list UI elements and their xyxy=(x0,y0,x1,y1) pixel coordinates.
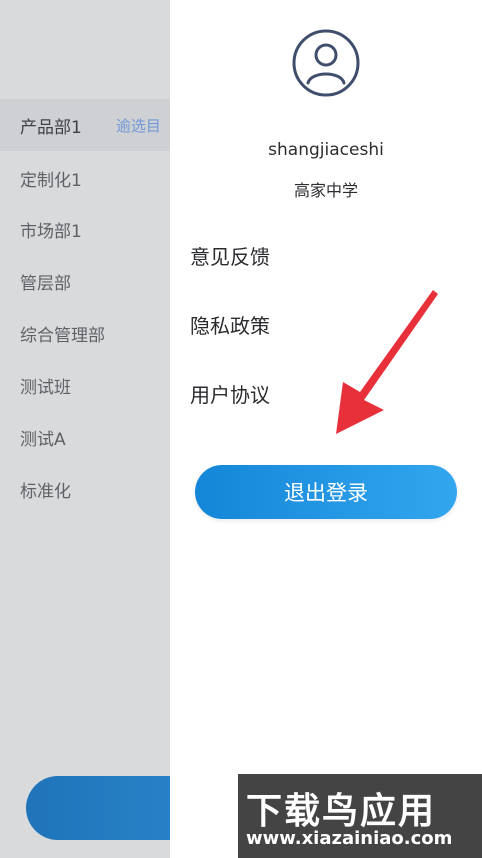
left-item-test-a[interactable]: 测试A xyxy=(0,411,170,463)
menu-user-agreement[interactable]: 用户协议 xyxy=(190,379,270,408)
left-item-label: 市场部1 xyxy=(20,221,82,242)
watermark-url: www.xiazainiao.com xyxy=(246,828,453,849)
left-item-label: 测试班 xyxy=(20,377,71,398)
logout-button[interactable]: 退出登录 xyxy=(195,465,457,519)
avatar-icon xyxy=(291,28,361,98)
username: shangjiaceshi xyxy=(268,140,384,160)
left-item-custom[interactable]: 定制化1 xyxy=(0,152,170,204)
left-bottom-button[interactable] xyxy=(26,776,170,840)
left-item-general-management[interactable]: 综合管理部 xyxy=(0,307,170,359)
left-item-standardization[interactable]: 标准化 xyxy=(0,463,170,515)
left-item-label: 测试A xyxy=(20,429,66,450)
left-item-label: 产品部1 xyxy=(20,117,82,138)
menu-feedback[interactable]: 意见反馈 xyxy=(190,241,270,270)
left-item-label: 管层部 xyxy=(20,273,71,294)
left-item-management[interactable]: 管层部 xyxy=(0,255,170,307)
left-item-market[interactable]: 市场部1 xyxy=(0,203,170,255)
left-item-label: 标准化 xyxy=(20,481,71,502)
left-item-product[interactable]: 产品部1 逾选目 xyxy=(0,99,170,151)
watermark-main: 下载鸟应用 xyxy=(246,791,437,832)
school-name: 高家中学 xyxy=(293,181,358,200)
left-item-test-class[interactable]: 测试班 xyxy=(0,359,170,411)
menu-privacy-policy[interactable]: 隐私政策 xyxy=(190,310,270,339)
red-arrow-icon xyxy=(330,288,440,438)
left-item-label: 定制化1 xyxy=(20,170,82,191)
left-panel: 产品部1 逾选目 定制化1 市场部1 管层部 综合管理部 测试班 测试A 标准化 xyxy=(0,0,170,858)
left-item-label: 综合管理部 xyxy=(20,325,105,346)
left-item-extra: 逾选目 xyxy=(115,116,161,135)
watermark: 下载鸟应用 www.xiazainiao.com xyxy=(238,774,482,858)
